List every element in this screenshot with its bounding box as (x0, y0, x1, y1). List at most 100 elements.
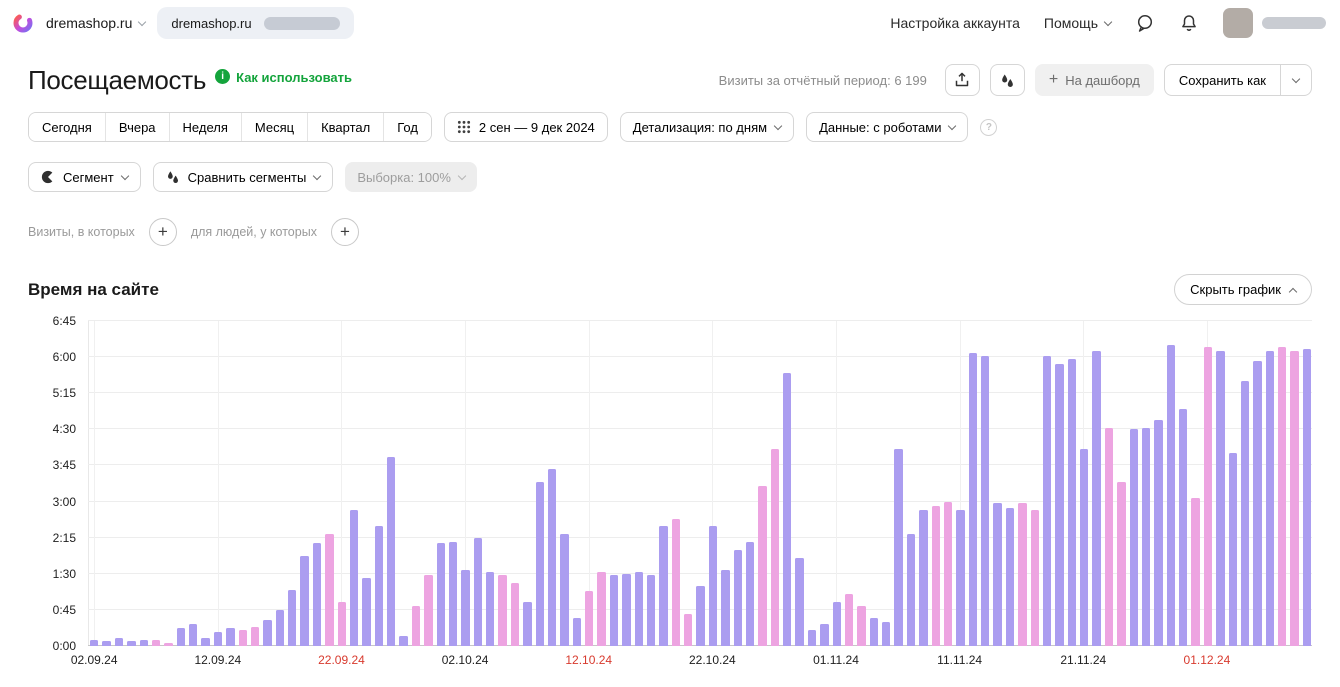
bar[interactable] (375, 526, 383, 646)
bar[interactable] (857, 606, 865, 646)
bar[interactable] (1018, 503, 1026, 646)
bar[interactable] (338, 602, 346, 646)
bar[interactable] (597, 572, 605, 646)
bar[interactable] (672, 519, 680, 646)
bar[interactable] (1006, 508, 1014, 646)
preset-month[interactable]: Месяц (241, 113, 307, 141)
segments-tool-button[interactable] (990, 64, 1025, 96)
bar[interactable] (189, 624, 197, 646)
bar[interactable] (1055, 364, 1063, 646)
bar[interactable] (1266, 351, 1274, 646)
bar[interactable] (1204, 347, 1212, 646)
preset-week[interactable]: Неделя (169, 113, 241, 141)
bar[interactable] (1290, 351, 1298, 646)
bar[interactable] (300, 556, 308, 646)
bar[interactable] (461, 570, 469, 646)
bar[interactable] (1154, 420, 1162, 646)
bar[interactable] (969, 353, 977, 646)
how-to-use-link[interactable]: Как использовать (236, 70, 352, 85)
bar[interactable] (932, 506, 940, 646)
segment-dropdown[interactable]: Сегмент (28, 162, 141, 192)
add-people-filter-button[interactable] (331, 218, 359, 246)
bar[interactable] (362, 578, 370, 646)
bar[interactable] (746, 542, 754, 646)
bell-icon[interactable] (1179, 13, 1199, 33)
bar[interactable] (610, 575, 618, 646)
counter-switcher[interactable]: dremashop.ru (44, 15, 147, 31)
bar[interactable] (1241, 381, 1249, 646)
bar[interactable] (1080, 449, 1088, 646)
preset-year[interactable]: Год (383, 113, 431, 141)
bar[interactable] (1278, 347, 1286, 646)
bar[interactable] (498, 575, 506, 646)
bar[interactable] (399, 636, 407, 646)
bar[interactable] (1229, 453, 1237, 646)
bar[interactable] (288, 590, 296, 646)
bar[interactable] (684, 614, 692, 646)
bar[interactable] (387, 457, 395, 646)
export-button[interactable] (945, 64, 980, 96)
bar[interactable] (622, 574, 630, 646)
bar[interactable] (870, 618, 878, 646)
bar[interactable] (1167, 345, 1175, 646)
bar[interactable] (845, 594, 853, 646)
bar[interactable] (325, 534, 333, 646)
save-as-dropdown-button[interactable] (1280, 65, 1311, 95)
bar[interactable] (585, 591, 593, 646)
bar[interactable] (536, 482, 544, 647)
bar[interactable] (1130, 429, 1138, 646)
preset-yesterday[interactable]: Вчера (105, 113, 169, 141)
bar[interactable] (1142, 428, 1150, 646)
bar[interactable] (894, 449, 902, 646)
bar[interactable] (251, 627, 259, 646)
sampling-dropdown[interactable]: Выборка: 100% (345, 162, 477, 192)
bar[interactable] (783, 373, 791, 646)
add-visits-filter-button[interactable] (149, 218, 177, 246)
bar[interactable] (214, 632, 222, 646)
bar[interactable] (511, 583, 519, 646)
bar[interactable] (226, 628, 234, 646)
help-menu[interactable]: Помощь (1044, 15, 1111, 31)
bar[interactable] (956, 510, 964, 646)
bar[interactable] (771, 449, 779, 646)
bar[interactable] (1043, 356, 1051, 646)
add-to-dashboard-button[interactable]: На дашборд (1035, 64, 1154, 96)
question-mark-icon[interactable] (980, 119, 997, 136)
save-as-button[interactable]: Сохранить как (1165, 65, 1280, 95)
bar[interactable] (437, 543, 445, 646)
bar[interactable] (1179, 409, 1187, 646)
bar[interactable] (115, 638, 123, 646)
account-settings-link[interactable]: Настройка аккаунта (890, 15, 1020, 31)
bar[interactable] (1216, 351, 1224, 646)
bar[interactable] (820, 624, 828, 646)
chat-bubble-icon[interactable] (1135, 13, 1155, 33)
bar[interactable] (486, 572, 494, 646)
bar[interactable] (573, 618, 581, 646)
bar[interactable] (795, 558, 803, 646)
bar[interactable] (474, 538, 482, 646)
bar[interactable] (1068, 359, 1076, 646)
bar[interactable] (1303, 349, 1311, 646)
bar[interactable] (981, 356, 989, 646)
counter-tab[interactable]: dremashop.ru (157, 7, 353, 39)
bar[interactable] (1092, 351, 1100, 646)
bar[interactable] (833, 602, 841, 646)
bar[interactable] (1253, 361, 1261, 646)
date-range-picker[interactable]: 2 сен — 9 дек 2024 (444, 112, 608, 142)
data-mode-dropdown[interactable]: Данные: с роботами (806, 112, 968, 142)
bar[interactable] (734, 550, 742, 646)
bar[interactable] (919, 510, 927, 646)
bar[interactable] (177, 628, 185, 646)
bar[interactable] (635, 572, 643, 646)
bar[interactable] (944, 502, 952, 646)
bar[interactable] (239, 630, 247, 646)
bar[interactable] (523, 602, 531, 646)
bar[interactable] (696, 586, 704, 646)
bar[interactable] (412, 606, 420, 646)
bar[interactable] (709, 526, 717, 646)
bar[interactable] (263, 620, 271, 646)
bar[interactable] (560, 534, 568, 646)
bar[interactable] (548, 469, 556, 646)
bar[interactable] (1105, 428, 1113, 646)
bar[interactable] (758, 486, 766, 646)
